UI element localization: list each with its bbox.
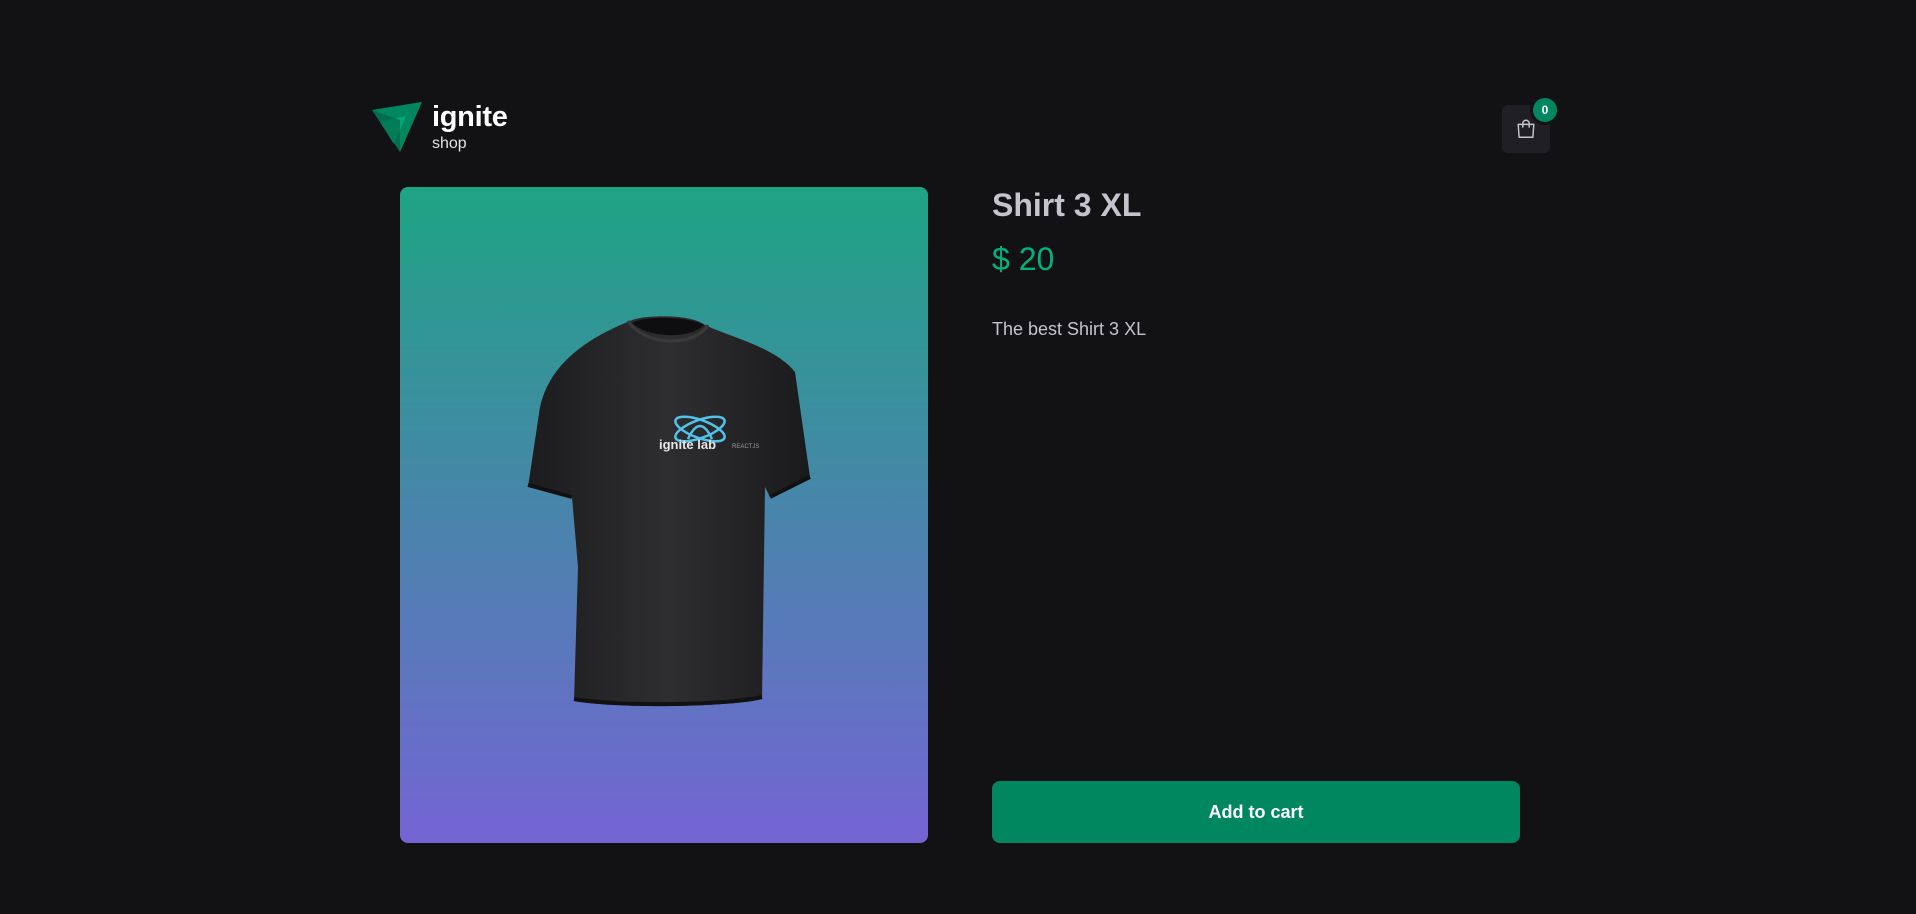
logo-text: ignite shop <box>432 100 508 152</box>
product-page: ignite shop 0 ignite lab REACTJS Shirt 3… <box>0 0 1916 914</box>
logo-title: ignite <box>432 100 508 133</box>
shop-logo[interactable]: ignite shop <box>370 100 508 154</box>
shirt-print-text: ignite lab <box>659 437 716 452</box>
logo-subtitle: shop <box>432 134 467 152</box>
shopping-bag-icon <box>1517 119 1535 138</box>
cart-count-badge: 0 <box>1530 95 1560 125</box>
tshirt-image: ignite lab REACTJS <box>527 316 811 707</box>
product-title: Shirt 3 XL <box>992 187 1142 223</box>
shirt-print-sub: REACTJS <box>732 444 759 450</box>
product-price: $ 20 <box>992 241 1055 277</box>
product-description: The best Shirt 3 XL <box>992 319 1147 339</box>
product-details: Shirt 3 XL $ 20 The best Shirt 3 XL Add … <box>992 187 1520 843</box>
add-to-cart-button[interactable]: Add to cart <box>992 781 1520 843</box>
logo-triangle-icon <box>372 102 422 152</box>
product-image: ignite lab REACTJS <box>400 187 928 843</box>
